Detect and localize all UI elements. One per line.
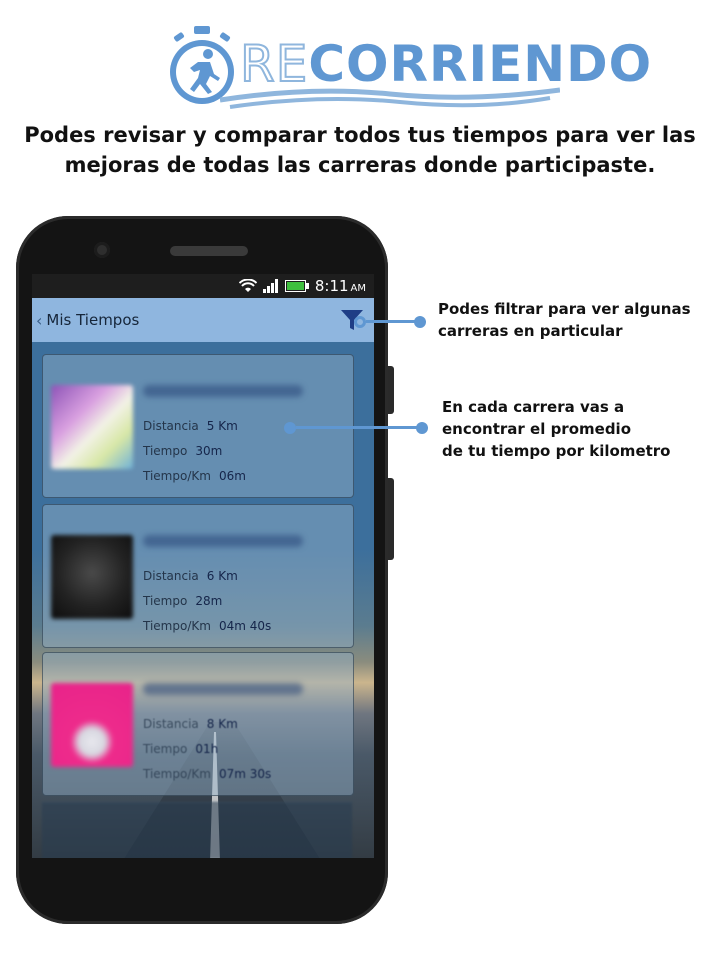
logo-swoosh — [220, 87, 560, 109]
race-thumbnail — [51, 535, 133, 619]
volume-button — [388, 366, 394, 414]
chevron-left-icon[interactable]: ‹ — [36, 311, 42, 330]
race-time: Tiempo 30m — [143, 444, 223, 458]
race-card[interactable]: Distancia 6 Km Tiempo 28m Tiempo/Km 04m 40s — [42, 504, 354, 648]
race-distance: Distancia 8 Km — [143, 717, 238, 731]
callout-anchor — [354, 316, 366, 328]
callout-dot — [416, 422, 428, 434]
race-thumbnail — [51, 385, 133, 469]
callout-average-text: En cada carrera vas a encontrar el prome… — [442, 398, 671, 460]
race-name-blurred — [143, 535, 303, 547]
power-button — [388, 478, 394, 560]
callout-filter-text: Podes filtrar para ver algunas carreras … — [438, 300, 691, 340]
phone-screen: 8:11 AM ‹ Mis Tiempos Distancia 5 Km Tie… — [32, 274, 374, 858]
race-card[interactable]: Distancia 8 Km Tiempo 01h Tiempo/Km 07m 30s — [42, 652, 354, 796]
race-time: Tiempo 01h — [143, 742, 219, 756]
race-distance: Distancia 6 Km — [143, 569, 238, 583]
callout-line — [296, 426, 422, 429]
wifi-icon — [238, 279, 257, 292]
status-time: 8:11 AM — [314, 277, 366, 295]
race-pace: Tiempo/Km 04m 40s — [143, 619, 272, 633]
status-bar: 8:11 AM — [32, 274, 374, 298]
battery-icon — [284, 280, 309, 292]
earpiece-speaker — [170, 246, 248, 256]
app-logo: RECORRIENDO — [160, 18, 651, 110]
callout-dot — [414, 316, 426, 328]
callout-line — [366, 320, 418, 323]
phone-mockup: 8:11 AM ‹ Mis Tiempos Distancia 5 Km Tie… — [16, 216, 394, 924]
race-name-blurred — [143, 385, 303, 397]
race-thumbnail — [51, 683, 133, 767]
callout-anchor — [284, 422, 296, 434]
background-photo: Distancia 5 Km Tiempo 30m Tiempo/Km 06m Dis… — [32, 342, 374, 858]
front-camera — [94, 242, 110, 258]
race-card-partial[interactable] — [42, 802, 352, 858]
screen-title: Mis Tiempos — [46, 311, 140, 329]
race-pace: Tiempo/Km 06m — [143, 469, 246, 483]
signal-icon — [262, 279, 278, 293]
page-headline: Podes revisar y comparar todos tus tiemp… — [24, 123, 696, 177]
race-name-blurred — [143, 683, 303, 695]
race-time: Tiempo 28m — [143, 594, 223, 608]
race-distance: Distancia 5 Km — [143, 419, 238, 433]
app-bar: ‹ Mis Tiempos — [32, 298, 374, 342]
race-pace: Tiempo/Km 07m 30s — [143, 767, 272, 781]
